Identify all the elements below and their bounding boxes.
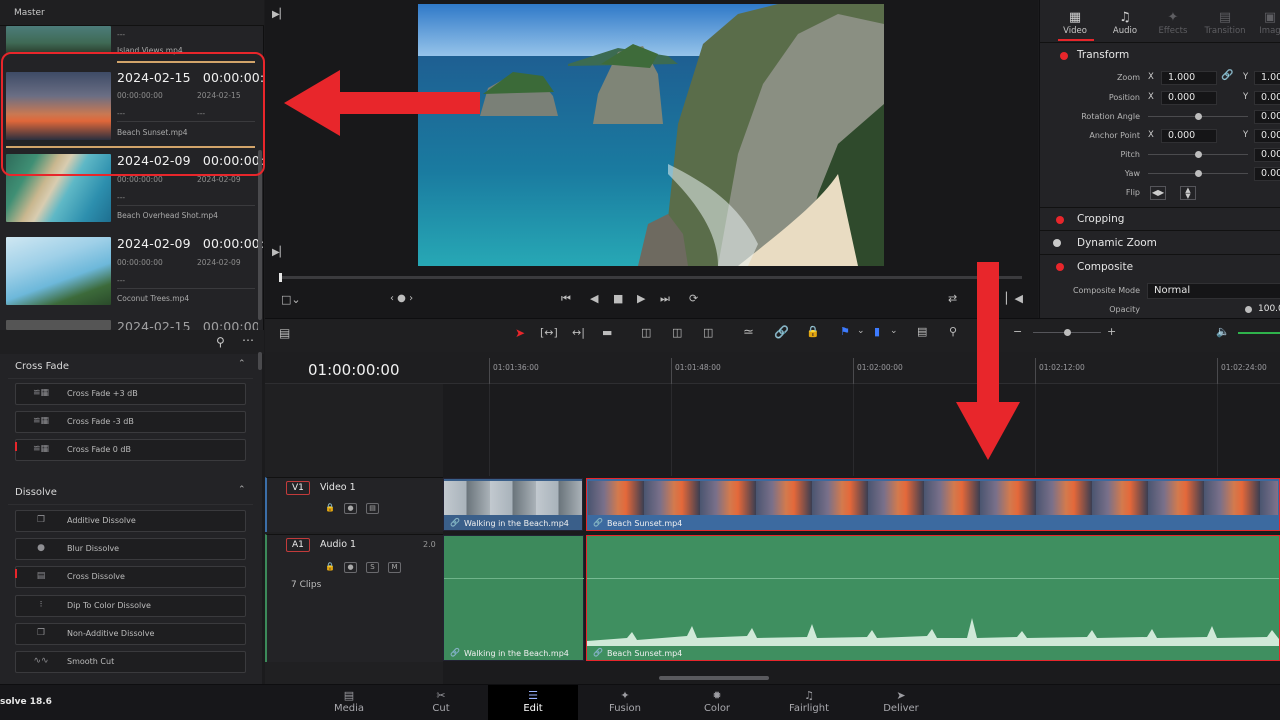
annotation-arrows — [284, 70, 1020, 460]
page-tab-deliver[interactable]: ➤ Deliver — [856, 685, 946, 720]
page-tab-fairlight[interactable]: ♫ Fairlight — [764, 685, 854, 720]
media-page-icon: ▤ — [343, 689, 355, 702]
page-tab-media[interactable]: ▤ Media — [304, 685, 394, 720]
edit-page-icon: ☰ — [528, 689, 538, 702]
page-tab-fusion[interactable]: ✦ Fusion — [580, 685, 670, 720]
page-tab-cut[interactable]: ✂ Cut — [396, 685, 486, 720]
page-navigation-bar: solve 18.6 ▤ Media ✂ Cut ☰ Edit ✦ Fusion ✹ Co… — [0, 684, 1280, 720]
cut-page-icon: ✂ — [436, 689, 446, 702]
page-tab-edit[interactable]: ☰ Edit — [488, 685, 578, 720]
color-page-icon: ✹ — [712, 689, 722, 702]
down-arrow — [956, 262, 1020, 460]
left-arrow — [284, 70, 480, 136]
page-tab-color[interactable]: ✹ Color — [672, 685, 762, 720]
fusion-page-icon: ✦ — [620, 689, 630, 702]
deliver-page-icon: ➤ — [896, 689, 906, 702]
app-version: solve 18.6 — [0, 697, 52, 707]
fairlight-page-icon: ♫ — [804, 689, 814, 702]
